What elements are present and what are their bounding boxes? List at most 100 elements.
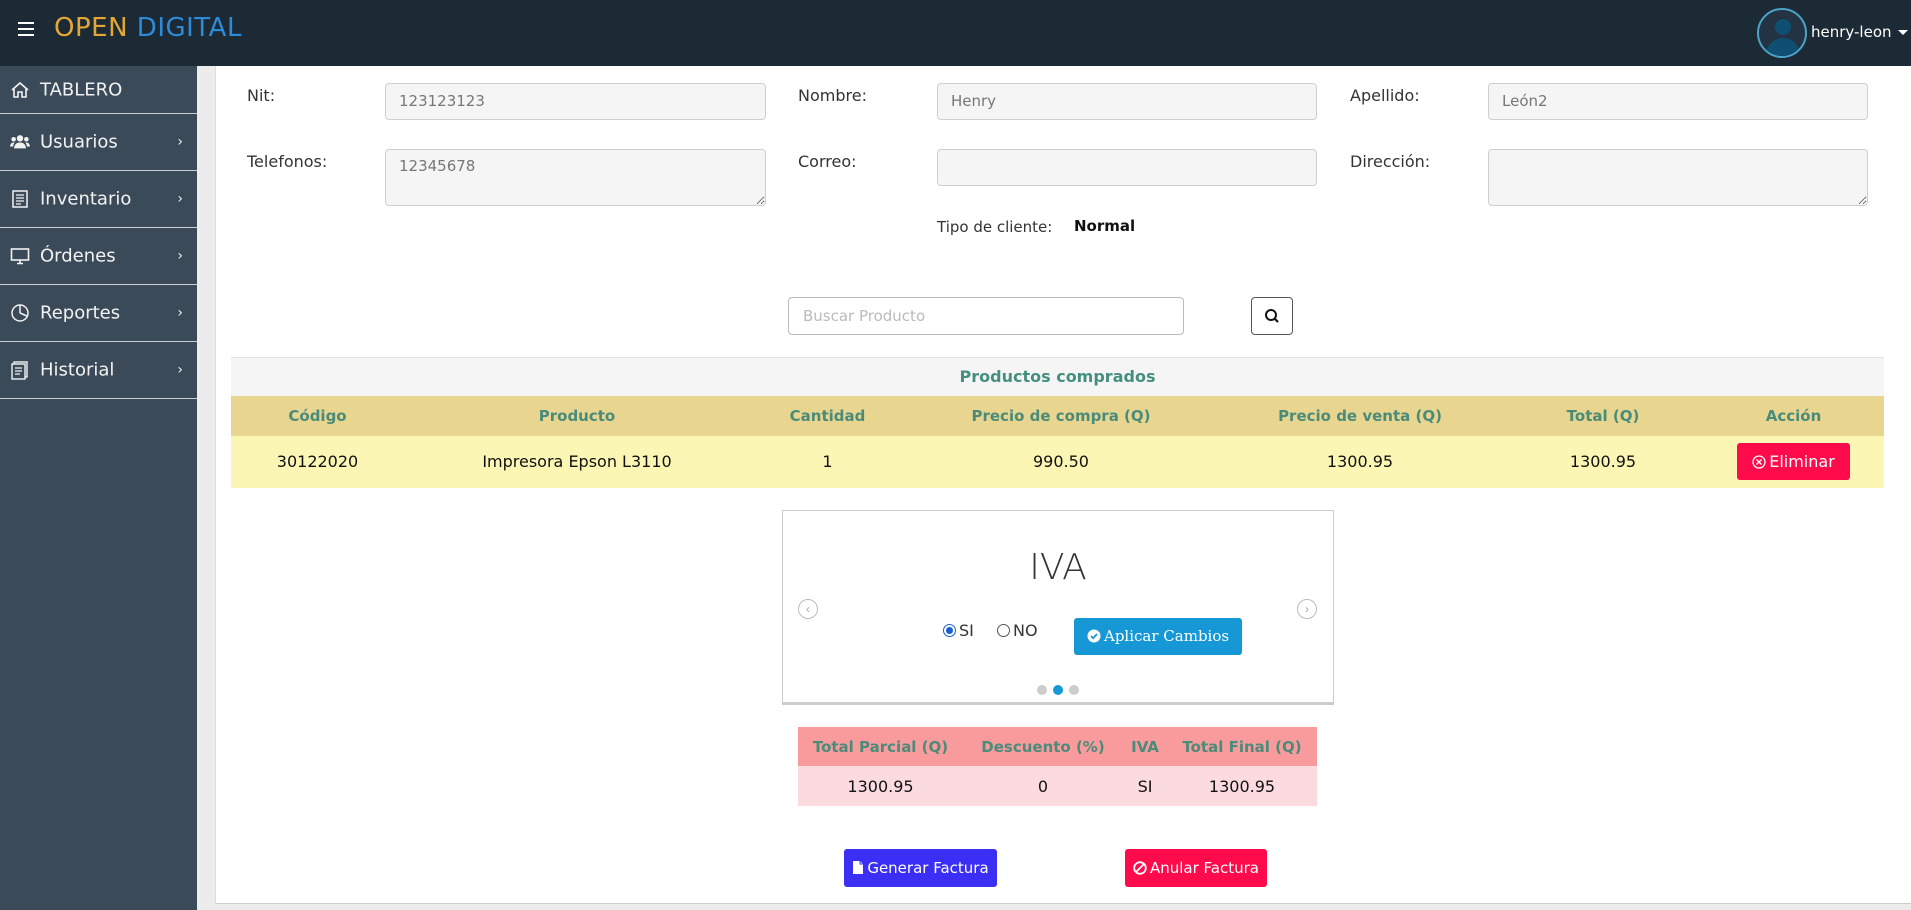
sidebar-item-label: Inventario	[40, 188, 132, 210]
nit-label: Nit:	[247, 86, 276, 105]
chevron-right-icon: ›	[177, 305, 183, 321]
iva-radio-si-label: SI	[959, 621, 974, 640]
sidebar-item-historial[interactable]: Historial ›	[0, 342, 197, 399]
brand-logo[interactable]: OPEN DIGITAL	[54, 13, 242, 43]
cell-iva: SI	[1123, 766, 1167, 806]
sidebar-item-label: Reportes	[40, 302, 121, 324]
cell-precio-compra: 990.50	[905, 435, 1217, 488]
col-header-accion: Acción	[1703, 395, 1884, 436]
monitor-icon	[10, 248, 30, 265]
delete-button-label: Eliminar	[1769, 452, 1835, 471]
generate-invoice-button[interactable]: Generar Factura	[844, 849, 997, 887]
correo-label: Correo:	[798, 152, 857, 171]
top-navbar: OPEN DIGITAL henry-leon	[0, 0, 1911, 66]
products-caption: Productos comprados	[231, 357, 1884, 396]
search-product-input[interactable]	[788, 297, 1184, 335]
cancel-invoice-label: Anular Factura	[1149, 859, 1259, 877]
apellido-label: Apellido:	[1350, 86, 1420, 105]
carousel-indicator-2[interactable]	[1053, 685, 1063, 695]
cell-precio-venta: 1300.95	[1217, 435, 1503, 488]
sidebar-item-label: Historial	[40, 359, 115, 381]
cell-cantidad: 1	[750, 435, 905, 488]
sidebar-item-reportes[interactable]: Reportes ›	[0, 285, 197, 342]
chevron-right-icon: ›	[177, 134, 183, 150]
search-icon	[1265, 309, 1279, 323]
ban-icon	[1133, 861, 1147, 875]
cell-total-parcial: 1300.95	[798, 766, 963, 806]
col-header-total-final: Total Final (Q)	[1167, 727, 1317, 766]
chevron-right-icon: ›	[177, 362, 183, 378]
iva-radio-si[interactable]: SI	[943, 621, 974, 640]
table-row: 30122020 Impresora Epson L3110 1 990.50 …	[231, 435, 1884, 488]
close-circle-icon	[1752, 455, 1766, 469]
tipo-cliente-value: Normal	[1074, 217, 1136, 235]
direccion-field[interactable]	[1488, 149, 1868, 206]
cancel-invoice-button[interactable]: Anular Factura	[1125, 849, 1267, 887]
user-menu-toggle[interactable]: henry-leon	[1811, 23, 1908, 41]
col-header-producto: Producto	[404, 395, 750, 436]
carousel-title: IVA	[1029, 547, 1087, 588]
col-header-codigo: Código	[231, 395, 404, 436]
iva-radio-group: SI NO	[943, 621, 1056, 641]
cell-descuento: 0	[963, 766, 1123, 806]
menu-toggle-icon[interactable]	[18, 22, 34, 36]
chevron-right-icon: ›	[177, 248, 183, 264]
products-table: Productos comprados Código Producto Cant…	[231, 357, 1884, 488]
generate-invoice-label: Generar Factura	[867, 859, 989, 877]
sidebar-item-label: TABLERO	[40, 79, 123, 100]
sidebar-item-label: Usuarios	[40, 131, 118, 153]
user-name: henry-leon	[1811, 23, 1892, 41]
telefonos-label: Telefonos:	[247, 152, 328, 171]
users-icon	[10, 135, 30, 149]
cell-producto: Impresora Epson L3110	[404, 435, 750, 488]
brand-part-2: DIGITAL	[136, 13, 242, 43]
chevron-right-icon: ›	[177, 191, 183, 207]
apply-changes-button[interactable]: Aplicar Cambios	[1074, 618, 1243, 655]
history-icon	[11, 361, 28, 380]
col-header-total: Total (Q)	[1503, 395, 1703, 436]
totals-header-row: Total Parcial (Q) Descuento (%) IVA Tota…	[798, 727, 1317, 766]
sidebar-item-label: Órdenes	[40, 245, 116, 267]
telefonos-field[interactable]: 12345678	[385, 149, 766, 206]
col-header-total-parcial: Total Parcial (Q)	[798, 727, 963, 766]
file-icon	[853, 861, 864, 874]
delete-button[interactable]: Eliminar	[1737, 443, 1850, 480]
brand-part-1: OPEN	[54, 13, 129, 43]
sidebar-item-tablero[interactable]: TABLERO	[0, 66, 197, 114]
col-header-cantidad: Cantidad	[750, 395, 905, 436]
col-header-iva: IVA	[1123, 727, 1167, 766]
cell-total-final: 1300.95	[1167, 766, 1317, 806]
cell-codigo: 30122020	[231, 435, 404, 488]
carousel-indicators	[783, 682, 1333, 700]
carousel-indicator-3[interactable]	[1069, 685, 1079, 695]
cell-accion: Eliminar	[1703, 435, 1884, 488]
user-avatar[interactable]	[1757, 8, 1807, 58]
list-icon	[12, 190, 28, 208]
tipo-cliente-label: Tipo de cliente:	[937, 218, 1053, 236]
table-row: 1300.95 0 SI 1300.95	[798, 766, 1317, 806]
col-header-precio-venta: Precio de venta (Q)	[1217, 395, 1503, 436]
nit-field[interactable]: 123123123	[385, 83, 766, 120]
sidebar-item-usuarios[interactable]: Usuarios ›	[0, 114, 197, 171]
apply-changes-label: Aplicar Cambios	[1104, 627, 1230, 645]
check-circle-icon	[1087, 629, 1101, 643]
chevron-right-icon[interactable]: ›	[1297, 599, 1317, 619]
carousel-indicator-1[interactable]	[1037, 685, 1047, 695]
chevron-left-icon[interactable]: ‹	[798, 599, 818, 619]
nombre-field[interactable]: Henry	[937, 83, 1317, 120]
pie-chart-icon	[11, 304, 29, 322]
direccion-label: Dirección:	[1350, 152, 1431, 171]
sidebar: TABLERO Usuarios › Inventario › Órdenes …	[0, 66, 197, 910]
iva-radio-no[interactable]: NO	[996, 621, 1038, 640]
col-header-precio-compra: Precio de compra (Q)	[905, 395, 1217, 436]
search-button[interactable]	[1251, 297, 1293, 335]
sidebar-item-ordenes[interactable]: Órdenes ›	[0, 228, 197, 285]
caret-down-icon	[1897, 30, 1908, 35]
correo-field[interactable]	[937, 149, 1317, 186]
iva-radio-no-label: NO	[1012, 621, 1038, 640]
nombre-label: Nombre:	[798, 86, 867, 105]
sidebar-item-inventario[interactable]: Inventario ›	[0, 171, 197, 228]
apellido-field[interactable]: León2	[1488, 83, 1868, 120]
iva-carousel: IVA ‹ › SI NO Aplicar Cambios	[782, 510, 1334, 705]
cell-total: 1300.95	[1503, 435, 1703, 488]
